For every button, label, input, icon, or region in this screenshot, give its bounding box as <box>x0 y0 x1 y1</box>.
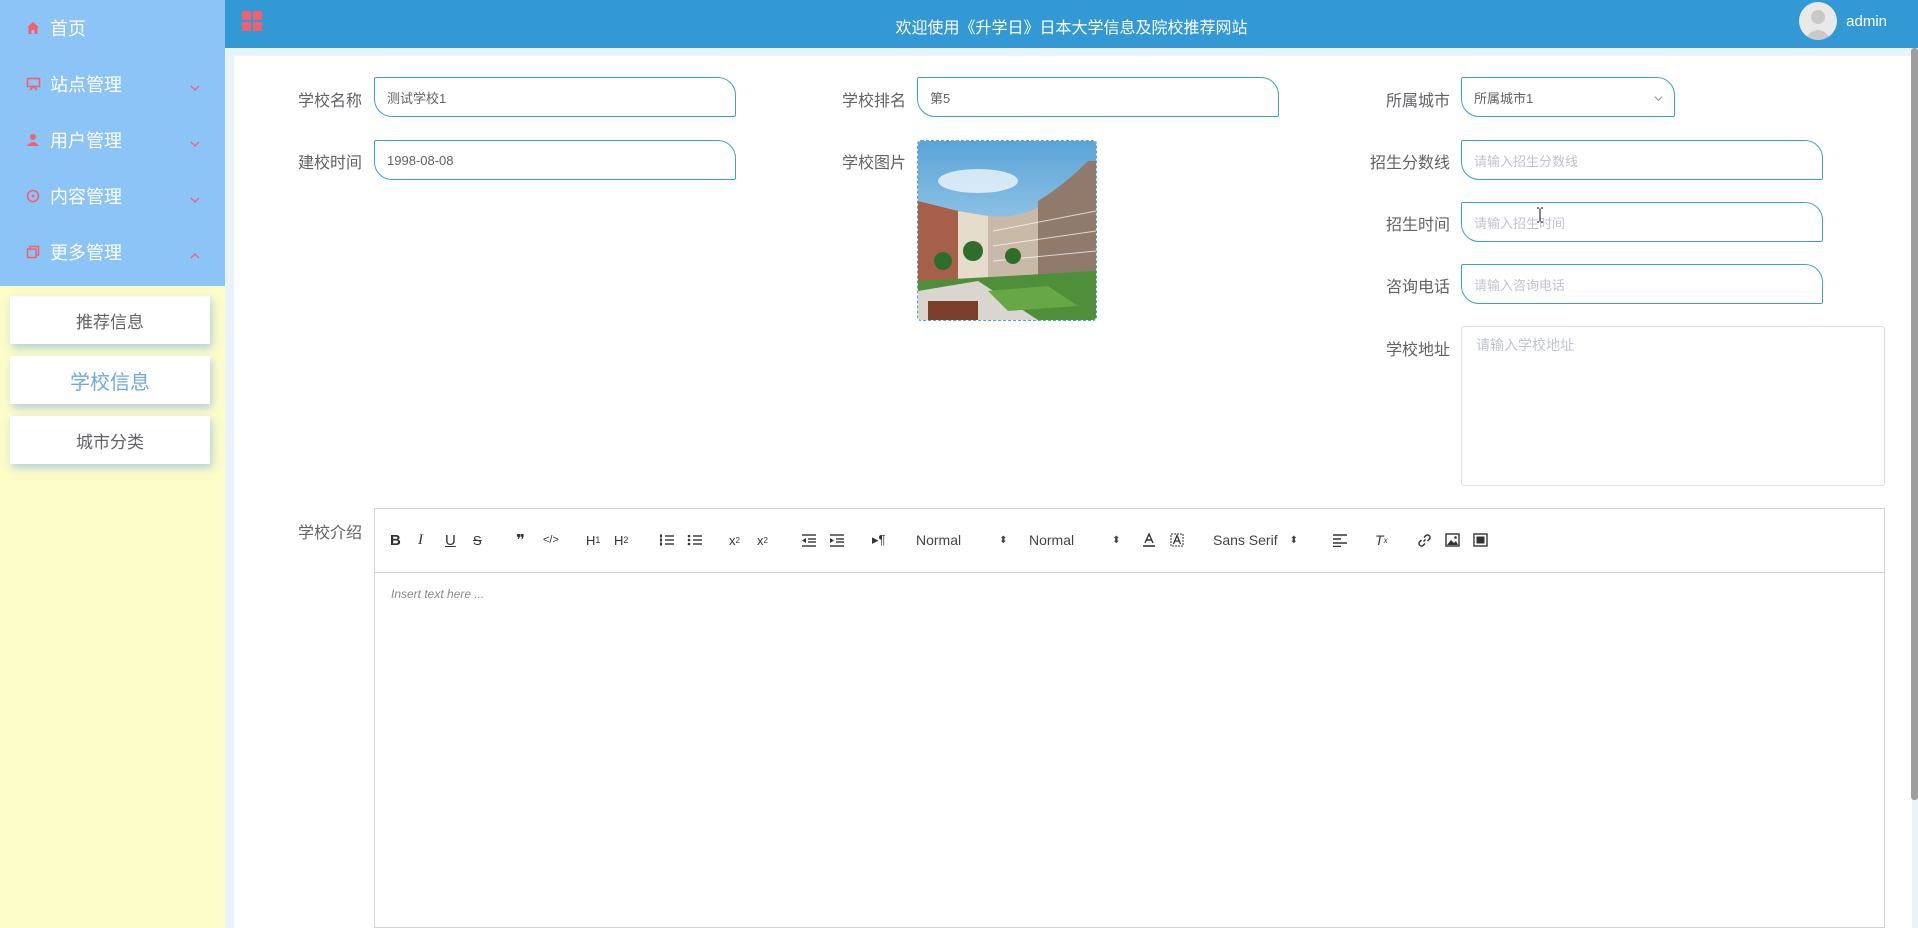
italic-button[interactable]: I <box>418 531 423 549</box>
submenu: 推荐信息 学校信息 城市分类 <box>0 286 225 464</box>
phone-label: 咨询电话 <box>1385 279 1450 296</box>
avatar[interactable] <box>1799 2 1838 40</box>
school-rank-label: 学校排名 <box>841 93 906 110</box>
chevron-down-icon <box>189 78 201 99</box>
image-icon[interactable] <box>1445 531 1460 549</box>
ordered-list-icon[interactable] <box>659 531 675 549</box>
font-select-value: Sans Serif <box>1213 532 1278 548</box>
photo-label: 学校图片 <box>841 155 906 172</box>
underline-button[interactable]: U <box>445 531 456 549</box>
superscript-button[interactable]: x2 <box>757 531 768 549</box>
sidebar-item-home[interactable]: 首页 <box>0 0 225 56</box>
clear-format-button[interactable]: Tx <box>1375 531 1388 549</box>
city-select-value: 所属城市1 <box>1474 90 1534 106</box>
submenu-item-recommend[interactable]: 推荐信息 <box>10 296 210 344</box>
copy-icon <box>24 243 42 261</box>
intro-label: 学校介绍 <box>297 525 362 542</box>
sidebar-menu: 首页 站点管理 用户管理 内容管理 更多管理 <box>0 0 225 286</box>
text-color-icon[interactable] <box>1142 531 1156 549</box>
subscript-button[interactable]: x2 <box>729 531 740 549</box>
city-label: 所属城市 <box>1385 93 1450 110</box>
submenu-item-city-category[interactable]: 城市分类 <box>10 416 210 464</box>
chevron-up-icon <box>189 246 201 267</box>
page-title: 欢迎使用《升学日》日本大学信息及院校推荐网站 <box>895 20 1248 37</box>
monitor-icon <box>24 75 42 93</box>
submenu-item-school-info[interactable]: 学校信息 <box>10 356 210 404</box>
chat-icon <box>24 187 42 205</box>
editor-toolbar: B I U S ❞ </> H1 H2 x2 x2 ▸¶ Normal ⬍ Nor… <box>375 509 1884 573</box>
enroll-time-label: 招生时间 <box>1385 217 1450 234</box>
align-icon[interactable] <box>1332 531 1348 549</box>
address-textarea[interactable]: 请输入学校地址 <box>1461 326 1885 486</box>
blockquote-button[interactable]: ❞ <box>516 531 525 549</box>
user-menu[interactable]: admin <box>1799 2 1887 40</box>
header-select[interactable]: Normal ⬍ <box>916 531 1008 549</box>
address-label: 学校地址 <box>1385 342 1450 359</box>
phone-input[interactable]: 请输入咨询电话 <box>1461 264 1823 304</box>
outdent-icon[interactable] <box>801 531 817 549</box>
chevron-down-icon <box>189 190 201 211</box>
home-icon <box>24 19 42 37</box>
enroll-time-input[interactable]: 请输入招生时间 <box>1461 202 1823 242</box>
sidebar-item-more[interactable]: 更多管理 <box>0 224 225 280</box>
score-line-input[interactable]: 请输入招生分数线 <box>1461 140 1823 180</box>
sidebar-item-site[interactable]: 站点管理 <box>0 56 225 112</box>
sidebar-item-label: 首页 <box>50 19 86 39</box>
sidebar-item-label: 用户管理 <box>50 131 122 151</box>
video-icon[interactable] <box>1473 531 1488 549</box>
bold-button[interactable]: B <box>390 531 401 549</box>
user-icon <box>24 131 42 149</box>
founded-label: 建校时间 <box>297 155 362 172</box>
sidebar-item-label: 更多管理 <box>50 243 122 263</box>
font-select[interactable]: Sans Serif ⬍ <box>1213 531 1298 549</box>
city-select[interactable]: 所属城市1 <box>1461 77 1675 117</box>
h1-button[interactable]: H1 <box>586 531 600 549</box>
scrollbar[interactable] <box>1911 48 1918 800</box>
username[interactable]: admin <box>1846 13 1887 30</box>
size-select[interactable]: Normal ⬍ <box>1029 531 1121 549</box>
score-line-label: 招生分数线 <box>1369 155 1450 172</box>
header-select-value: Normal <box>916 532 962 548</box>
bullet-list-icon[interactable] <box>687 531 703 549</box>
strike-button[interactable]: S <box>473 531 482 549</box>
size-select-value: Normal <box>1029 532 1075 548</box>
indent-icon[interactable] <box>829 531 845 549</box>
rich-text-editor: B I U S ❞ </> H1 H2 x2 x2 ▸¶ Normal ⬍ Nor… <box>374 508 1885 928</box>
editor-content[interactable]: Insert text here ... <box>391 587 484 601</box>
school-name-input[interactable]: 测试学校1 <box>374 77 736 117</box>
text-direction-button[interactable]: ▸¶ <box>872 531 886 549</box>
sidebar: 首页 站点管理 用户管理 内容管理 更多管理 推荐信息 学校信息 城市分类 <box>0 0 225 928</box>
sidebar-item-content[interactable]: 内容管理 <box>0 168 225 224</box>
link-icon[interactable] <box>1417 531 1432 549</box>
background-color-icon[interactable] <box>1170 531 1184 549</box>
school-name-label: 学校名称 <box>297 93 362 110</box>
school-photo <box>918 141 1096 320</box>
sidebar-item-label: 内容管理 <box>50 187 122 207</box>
code-button[interactable]: </> <box>543 531 559 549</box>
school-photo-upload[interactable] <box>917 140 1097 321</box>
founded-date-input[interactable]: 1998-08-08 <box>374 140 736 180</box>
school-rank-input[interactable]: 第5 <box>917 77 1279 117</box>
chevron-down-icon <box>1653 92 1664 107</box>
sidebar-item-users[interactable]: 用户管理 <box>0 112 225 168</box>
chevron-down-icon <box>189 134 201 155</box>
sidebar-item-label: 站点管理 <box>50 75 122 95</box>
text-cursor-icon <box>1536 207 1544 228</box>
h2-button[interactable]: H2 <box>614 531 628 549</box>
top-header: 欢迎使用《升学日》日本大学信息及院校推荐网站 admin <box>225 0 1918 48</box>
